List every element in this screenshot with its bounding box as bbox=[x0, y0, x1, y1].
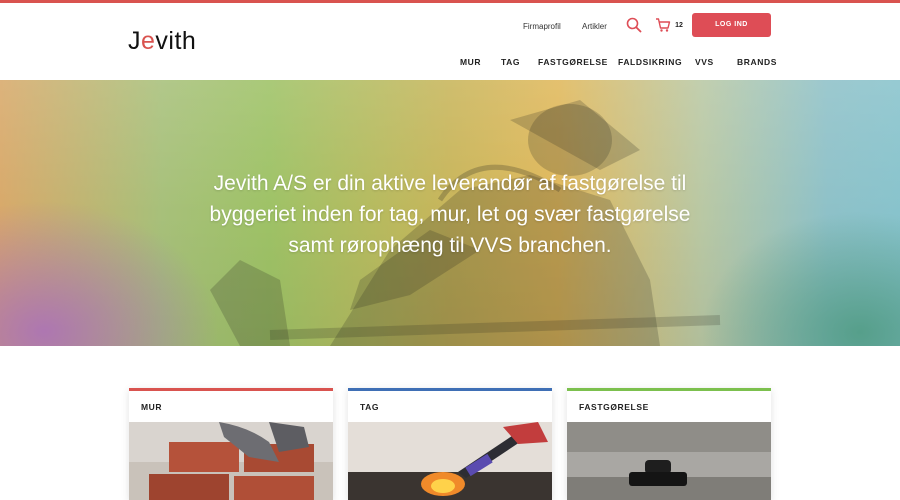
firmaprofil-link[interactable]: Firmaprofil bbox=[523, 22, 561, 31]
hero-headline: Jevith A/S er din aktive leverandør af f… bbox=[150, 168, 750, 261]
hero-banner: Jevith A/S er din aktive leverandør af f… bbox=[0, 80, 900, 346]
card-title: FASTGØRELSE bbox=[579, 402, 649, 412]
nav-item-brands[interactable]: BRANDS bbox=[737, 57, 777, 67]
jevith-logo[interactable]: Jevith bbox=[128, 27, 196, 56]
nav-item-vvs[interactable]: VVS bbox=[695, 57, 714, 67]
card-title: MUR bbox=[141, 402, 163, 412]
logo-text-e: e bbox=[141, 27, 156, 55]
card-accent-bar bbox=[348, 388, 552, 391]
category-card-fastgorelse[interactable]: FASTGØRELSE bbox=[567, 388, 771, 500]
main-nav: MUR TAG FASTGØRELSE FALDSIKRING VVS BRAN… bbox=[0, 57, 900, 71]
logo-text-rest: vith bbox=[155, 27, 197, 55]
search-icon[interactable] bbox=[626, 17, 642, 33]
login-button[interactable]: LOG IND bbox=[692, 13, 771, 37]
bricks-image bbox=[129, 422, 333, 500]
nav-item-fastgorelse[interactable]: FASTGØRELSE bbox=[538, 57, 608, 67]
artikler-link[interactable]: Artikler bbox=[582, 22, 607, 31]
card-title: TAG bbox=[360, 402, 380, 412]
fastener-image bbox=[567, 422, 771, 500]
category-cards: MUR TAG FASTGØRELSE bbox=[0, 388, 900, 500]
cart-icon[interactable] bbox=[655, 17, 671, 33]
card-accent-bar bbox=[129, 388, 333, 391]
nav-item-tag[interactable]: TAG bbox=[501, 57, 520, 67]
roof-torch-image bbox=[348, 422, 552, 500]
hero-line-3: samt rørophæng til VVS branchen. bbox=[288, 234, 612, 257]
hero-line-1: Jevith A/S er din aktive leverandør af f… bbox=[213, 172, 687, 195]
logo-text-j: J bbox=[128, 27, 141, 55]
cart-count-badge: 12 bbox=[675, 22, 683, 29]
category-card-tag[interactable]: TAG bbox=[348, 388, 552, 500]
category-card-mur[interactable]: MUR bbox=[129, 388, 333, 500]
site-header: Jevith Firmaprofil Artikler 12 LOG IND M… bbox=[0, 3, 900, 80]
hero-line-2: byggeriet inden for tag, mur, let og svæ… bbox=[209, 203, 691, 226]
nav-item-mur[interactable]: MUR bbox=[460, 57, 481, 67]
nav-item-faldsikring[interactable]: FALDSIKRING bbox=[618, 57, 682, 67]
card-accent-bar bbox=[567, 388, 771, 391]
